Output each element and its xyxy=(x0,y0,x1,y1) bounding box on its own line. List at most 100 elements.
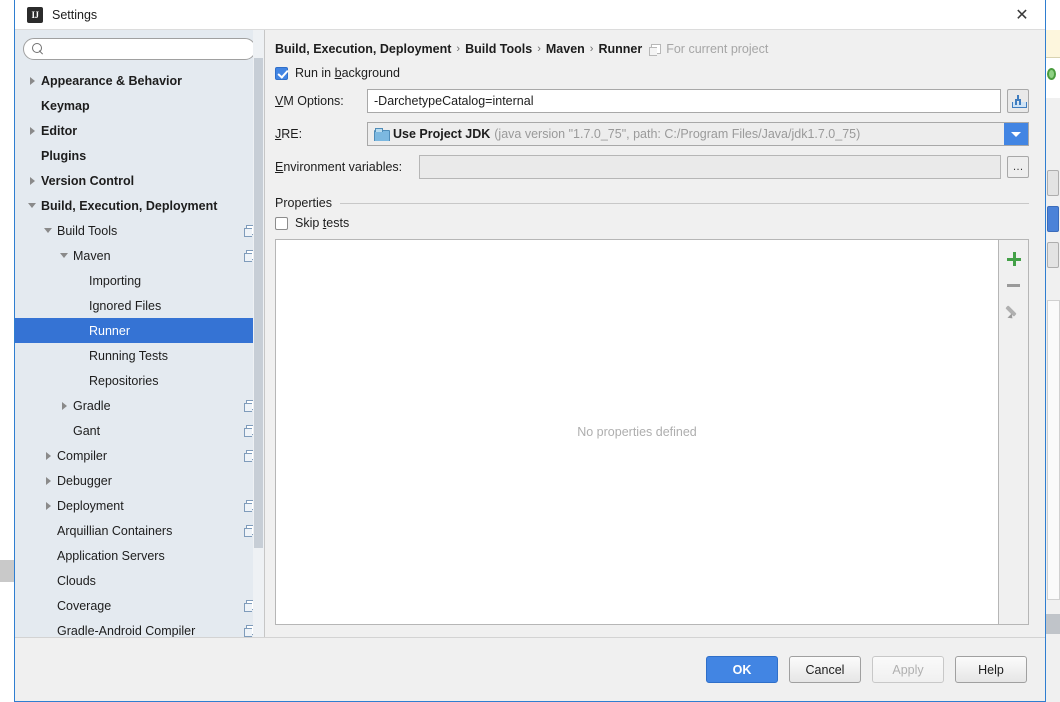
properties-empty-text: No properties defined xyxy=(577,425,697,439)
bg-right-highlight xyxy=(1046,30,1060,58)
chevron-right-icon[interactable] xyxy=(43,450,54,461)
chevron-down-icon[interactable] xyxy=(59,250,70,261)
chevron-right-icon[interactable] xyxy=(27,125,38,136)
sidebar-item-arquillian-containers[interactable]: Arquillian Containers xyxy=(15,518,264,543)
chevron-down-icon[interactable] xyxy=(43,225,54,236)
sidebar-item-coverage[interactable]: Coverage xyxy=(15,593,264,618)
bg-right-bottom xyxy=(1046,634,1060,702)
sidebar-item-label: Keymap xyxy=(41,98,90,113)
sidebar-scrollbar[interactable] xyxy=(253,30,264,637)
properties-toolbar xyxy=(999,239,1029,625)
run-in-background-checkbox[interactable] xyxy=(275,66,288,80)
search-icon xyxy=(32,42,45,56)
chevron-right-icon[interactable] xyxy=(43,475,54,486)
sidebar-item-importing[interactable]: Importing xyxy=(15,268,264,293)
breadcrumb-item: Build, Execution, Deployment xyxy=(275,42,452,56)
skip-tests-checkbox[interactable] xyxy=(275,216,288,230)
breadcrumb-item: Maven xyxy=(545,42,585,56)
skip-tests-row[interactable]: Skip tests xyxy=(275,216,1029,230)
breadcrumb-scope-label: For current project xyxy=(666,42,769,56)
sidebar-item-label: Editor xyxy=(41,123,78,138)
sidebar-scrollbar-thumb[interactable] xyxy=(254,58,263,548)
settings-tree[interactable]: Appearance & Behavior Keymap Editor Plugins… xyxy=(15,66,264,637)
vm-options-label: VM Options: xyxy=(275,94,344,108)
sidebar-item-keymap[interactable]: Keymap xyxy=(15,93,264,118)
jre-value-main: Use Project JDK xyxy=(393,127,491,141)
sidebar-item-editor[interactable]: Editor xyxy=(15,118,264,143)
chevron-right-icon[interactable] xyxy=(43,500,54,511)
properties-table[interactable]: No properties defined xyxy=(275,239,999,625)
sidebar-item-gradle[interactable]: Gradle xyxy=(15,393,264,418)
sidebar-item-compiler[interactable]: Compiler xyxy=(15,443,264,468)
breadcrumb: Build, Execution, Deployment › Build Tools… xyxy=(275,42,1029,56)
add-property-button[interactable] xyxy=(1001,246,1027,272)
sidebar-item-label: Gradle-Android Compiler xyxy=(57,623,196,638)
jdk-folder-icon xyxy=(374,128,390,141)
close-icon[interactable]: ✕ xyxy=(999,0,1045,29)
jre-combobox[interactable]: Use Project JDK (java version "1.7.0_75"… xyxy=(367,122,1029,146)
cancel-button[interactable]: Cancel xyxy=(789,656,861,683)
sidebar-item-gradle-android-compiler[interactable]: Gradle-Android Compiler xyxy=(15,618,264,637)
sidebar-item-clouds[interactable]: Clouds xyxy=(15,568,264,593)
intellij-logo-icon: IJ xyxy=(27,6,43,23)
sidebar-item-maven[interactable]: Maven xyxy=(15,243,264,268)
run-in-background-label: Run in background xyxy=(295,66,400,80)
environment-variables-row: Environment variables: … xyxy=(275,155,1029,179)
pencil-icon xyxy=(1006,303,1022,319)
sidebar-item-running-tests[interactable]: Running Tests xyxy=(15,343,264,368)
sidebar-item-deployment[interactable]: Deployment xyxy=(15,493,264,518)
properties-section-header: Properties xyxy=(275,196,1029,210)
sidebar-item-label: Ignored Files xyxy=(89,298,162,313)
apply-button[interactable]: Apply xyxy=(872,656,944,683)
bg-right-top xyxy=(1046,0,1060,30)
settings-sidebar: Appearance & Behavior Keymap Editor Plugins… xyxy=(15,30,265,637)
breadcrumb-separator: › xyxy=(589,43,594,55)
chevron-down-icon[interactable] xyxy=(1004,123,1028,145)
bg-right-button-c xyxy=(1047,242,1059,268)
help-button[interactable]: Help xyxy=(955,656,1027,683)
sidebar-item-label: Arquillian Containers xyxy=(57,523,173,538)
sidebar-item-runner[interactable]: Runner xyxy=(15,318,264,343)
bg-left-editor xyxy=(0,0,14,560)
run-in-background-row[interactable]: Run in background xyxy=(275,66,1029,80)
edit-property-button[interactable] xyxy=(1001,298,1027,324)
remove-property-button[interactable] xyxy=(1001,272,1027,298)
sidebar-item-version-control[interactable]: Version Control xyxy=(15,168,264,193)
sidebar-item-plugins[interactable]: Plugins xyxy=(15,143,264,168)
jre-combobox-value: Use Project JDK (java version "1.7.0_75"… xyxy=(368,127,1004,141)
bg-right-list xyxy=(1047,300,1060,600)
chevron-right-icon[interactable] xyxy=(59,400,70,411)
bg-left-divider xyxy=(0,560,14,582)
sidebar-item-build-tools[interactable]: Build Tools xyxy=(15,218,264,243)
bg-right-scroll xyxy=(1046,614,1060,634)
ok-button[interactable]: OK xyxy=(706,656,778,683)
search-input[interactable] xyxy=(49,41,247,57)
sidebar-item-application-servers[interactable]: Application Servers xyxy=(15,543,264,568)
chevron-right-icon[interactable] xyxy=(27,75,38,86)
sidebar-item-build-execution-deployment[interactable]: Build, Execution, Deployment xyxy=(15,193,264,218)
environment-variables-browse-button[interactable]: … xyxy=(1007,156,1029,178)
sidebar-item-label: Build, Execution, Deployment xyxy=(41,198,218,213)
jre-row: JRE: Use Project JDK (java version "1.7.… xyxy=(275,122,1029,146)
vm-options-input[interactable] xyxy=(367,89,1001,113)
sidebar-item-ignored-files[interactable]: Ignored Files xyxy=(15,293,264,318)
vm-options-expand-button[interactable] xyxy=(1007,89,1029,113)
sidebar-item-gant[interactable]: Gant xyxy=(15,418,264,443)
sidebar-item-debugger[interactable]: Debugger xyxy=(15,468,264,493)
sidebar-item-appearance-behavior[interactable]: Appearance & Behavior xyxy=(15,68,264,93)
chevron-down-icon[interactable] xyxy=(27,200,38,211)
bg-right-button-b xyxy=(1047,206,1059,232)
sidebar-item-repositories[interactable]: Repositories xyxy=(15,368,264,393)
settings-dialog: IJ Settings ✕ Appearance & Behavior Keyma… xyxy=(14,0,1046,702)
dialog-body: Appearance & Behavior Keymap Editor Plugins… xyxy=(15,30,1045,637)
environment-variables-input[interactable] xyxy=(419,155,1001,179)
search-box[interactable] xyxy=(23,38,256,60)
chevron-right-icon[interactable] xyxy=(27,175,38,186)
environment-variables-label: Environment variables: xyxy=(275,160,403,174)
